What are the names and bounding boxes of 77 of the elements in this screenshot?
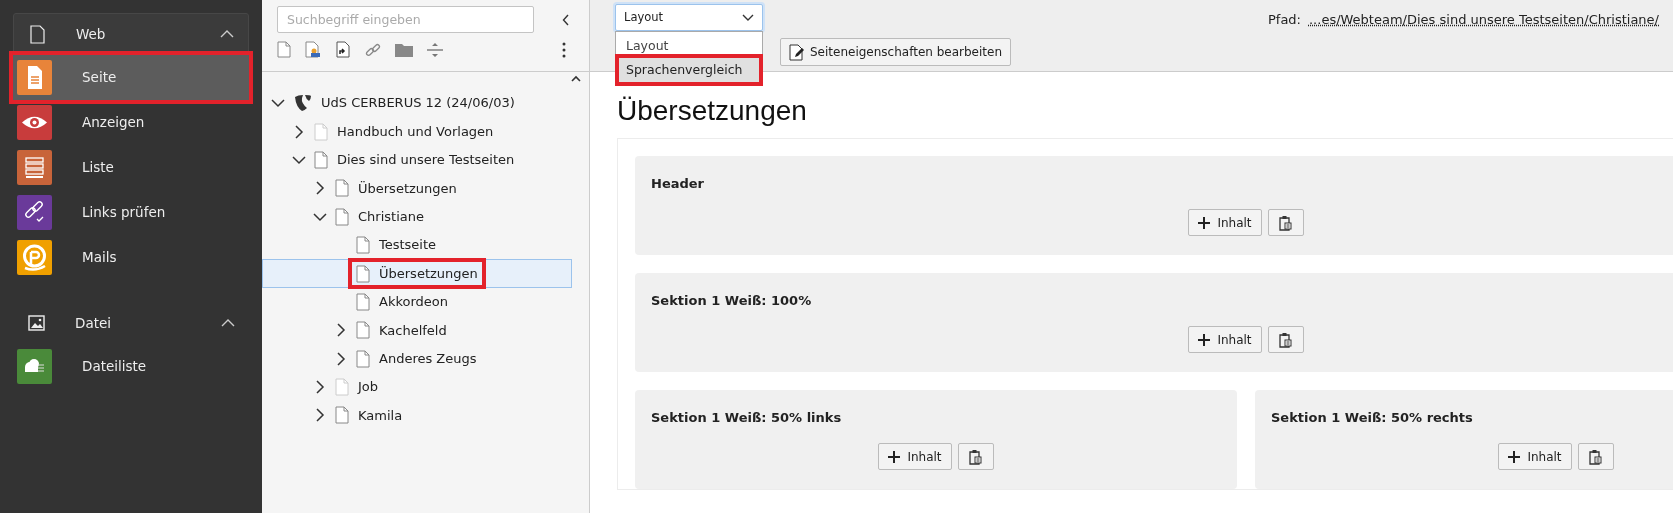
section-title: Sektion 1 Weiß: 50% links bbox=[651, 408, 843, 427]
more-icon[interactable] bbox=[562, 41, 566, 58]
add-content-button[interactable]: Inhalt bbox=[1188, 209, 1262, 237]
add-content-button[interactable]: Inhalt bbox=[1188, 326, 1262, 354]
tree-row[interactable]: Handbuch und Vorlagen bbox=[262, 117, 572, 146]
view-select[interactable]: Layout bbox=[615, 4, 763, 31]
image-icon bbox=[28, 313, 45, 333]
plus-icon bbox=[1508, 450, 1521, 463]
page-title: Übersetzungen bbox=[617, 94, 808, 128]
tree-label: Handbuch und Vorlagen bbox=[337, 122, 494, 141]
expand-chevron-icon[interactable] bbox=[313, 380, 327, 395]
dropdown-option[interactable]: Layout bbox=[616, 34, 762, 58]
tree-label: Testseite bbox=[379, 236, 437, 255]
tree-label: Übersetzungen bbox=[358, 179, 457, 198]
tree-label: Kachelfeld bbox=[379, 321, 447, 340]
tree-label: Übersetzungen bbox=[379, 264, 478, 283]
expand-chevron-icon[interactable] bbox=[334, 351, 348, 366]
tree-label: Christiane bbox=[358, 208, 424, 226]
search-field[interactable]: Suchbegriff eingeben bbox=[277, 6, 534, 33]
folder-icon[interactable] bbox=[395, 42, 413, 57]
collapse-icon[interactable] bbox=[562, 13, 570, 26]
plus-icon bbox=[1198, 333, 1211, 346]
tree-label: Anderes Zeugs bbox=[379, 349, 477, 368]
module-group-header[interactable]: Datei bbox=[13, 302, 249, 344]
clipboard-icon bbox=[1589, 448, 1603, 465]
module-item[interactable]: Liste bbox=[13, 145, 249, 190]
add-content-button[interactable]: Inhalt bbox=[1498, 443, 1572, 471]
paste-button[interactable] bbox=[1267, 209, 1304, 237]
section-title: Sektion 1 Weiß: 50% rechts bbox=[1271, 408, 1474, 427]
page-users-icon[interactable] bbox=[305, 41, 322, 58]
divider-icon[interactable] bbox=[427, 41, 443, 58]
tree-label: Dies sind unsere Testseiten bbox=[337, 151, 515, 170]
tree-label: Kamila bbox=[358, 406, 403, 425]
plus-icon bbox=[888, 450, 901, 463]
tree-row[interactable]: Testseite bbox=[262, 230, 572, 260]
tree-label: UdS CERBERUS 12 (24/06/03) bbox=[321, 94, 515, 113]
tree-row[interactable]: UdS CERBERUS 12 (24/06/03) bbox=[262, 89, 572, 118]
tree-row[interactable]: Job bbox=[262, 372, 572, 402]
paste-button[interactable] bbox=[1577, 443, 1614, 471]
tree-row[interactable]: Übersetzungen bbox=[262, 174, 572, 203]
expand-chevron-icon[interactable] bbox=[313, 181, 327, 196]
page-edit-icon bbox=[789, 43, 804, 61]
tree-row[interactable]: Christiane bbox=[262, 202, 572, 231]
add-content-button[interactable]: Inhalt bbox=[878, 443, 952, 471]
path-label: Pfad: bbox=[1267, 11, 1301, 29]
caret-icon bbox=[742, 14, 754, 21]
tree-row[interactable]: Übersetzungen bbox=[262, 259, 572, 288]
expand-chevron-icon[interactable] bbox=[292, 124, 306, 139]
section-title: Header bbox=[651, 174, 705, 193]
tree-row[interactable]: Dies sind unsere Testseiten bbox=[262, 145, 572, 175]
paste-button[interactable] bbox=[1267, 326, 1304, 354]
clipboard-icon bbox=[969, 448, 983, 465]
expand-chevron-icon[interactable] bbox=[334, 323, 348, 338]
plus-icon bbox=[1198, 216, 1211, 229]
clipboard-icon bbox=[1279, 214, 1293, 231]
tree-row[interactable]: Akkordeon bbox=[262, 287, 572, 317]
scroll-up-icon[interactable] bbox=[571, 75, 581, 82]
tree-row[interactable]: Kachelfeld bbox=[262, 316, 572, 345]
clipboard-icon bbox=[1279, 331, 1293, 348]
section-title: Sektion 1 Weiß: 100% bbox=[651, 291, 813, 310]
page-icon bbox=[29, 24, 46, 44]
chevron-icon bbox=[220, 30, 234, 38]
expand-chevron-icon[interactable] bbox=[313, 408, 327, 423]
tree-row[interactable]: Kamila bbox=[262, 401, 572, 430]
paste-button[interactable] bbox=[957, 443, 994, 471]
tree-row[interactable]: Anderes Zeugs bbox=[262, 344, 572, 373]
page-shortcut-icon[interactable] bbox=[336, 41, 351, 58]
module-item[interactable]: Dateiliste bbox=[13, 344, 249, 389]
module-item[interactable]: Mails bbox=[13, 235, 249, 280]
tree-label: Akkordeon bbox=[379, 293, 448, 312]
tree-label: Job bbox=[358, 378, 379, 397]
module-item[interactable]: Links prüfen bbox=[13, 190, 249, 235]
module-item[interactable]: Anzeigen bbox=[13, 100, 249, 145]
edit-page-properties-button[interactable]: Seiteneigenschaften bearbeiten bbox=[780, 38, 1011, 66]
path-link[interactable]: ...es/Webteam/Dies sind unsere Testseiten/Christiane/ bbox=[1309, 10, 1659, 30]
chevron-icon bbox=[221, 319, 235, 327]
link-icon[interactable] bbox=[365, 41, 381, 58]
